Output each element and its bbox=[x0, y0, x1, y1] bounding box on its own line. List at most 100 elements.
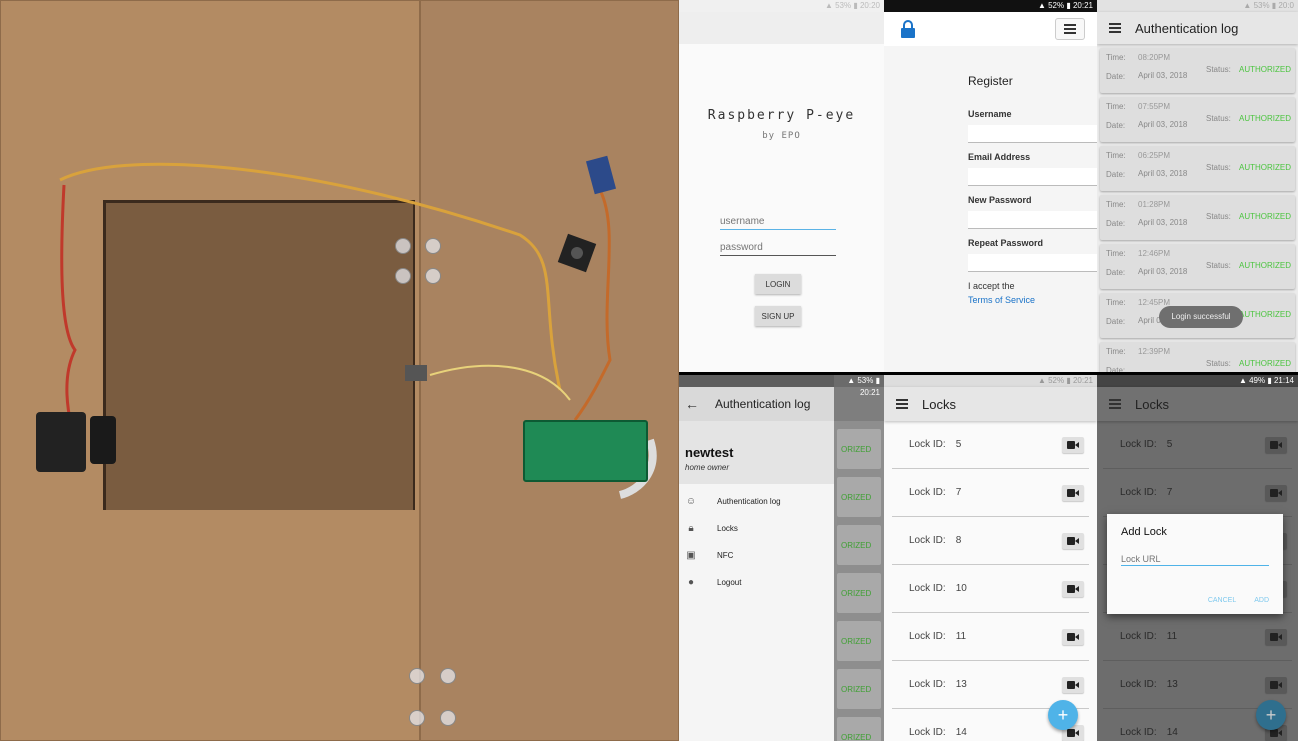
foot-bump bbox=[440, 668, 456, 684]
lock-row[interactable]: Lock ID: 8 bbox=[892, 517, 1089, 565]
drawer-item-label: NFC bbox=[717, 551, 734, 560]
time-label: Time: bbox=[1106, 200, 1126, 209]
lock-id-value: 14 bbox=[1166, 727, 1178, 738]
video-camera-icon[interactable] bbox=[1265, 676, 1287, 693]
lock-id: Lock ID: 14 bbox=[899, 727, 967, 738]
video-camera-icon[interactable] bbox=[1062, 580, 1084, 597]
add-lock-fab[interactable]: + bbox=[1256, 700, 1286, 730]
status-value: AUTHORIZED bbox=[1239, 359, 1291, 368]
app-bar: Authentication log bbox=[1097, 12, 1298, 44]
lock-id: Lock ID: 11 bbox=[899, 631, 966, 642]
lock-id-label: Lock ID: bbox=[1120, 679, 1157, 690]
video-camera-icon[interactable] bbox=[1062, 628, 1084, 645]
lock-id-value: 11 bbox=[1166, 631, 1178, 642]
screen-title: Locks bbox=[922, 396, 956, 412]
login-button[interactable]: LOGIN bbox=[755, 274, 801, 294]
date-label: Date: bbox=[1106, 219, 1126, 228]
lock-row[interactable]: Lock ID: 7 bbox=[1103, 469, 1292, 517]
signup-button[interactable]: SIGN UP bbox=[755, 306, 801, 326]
menu-icon[interactable] bbox=[1109, 399, 1121, 409]
video-camera-icon[interactable] bbox=[1265, 484, 1287, 501]
date-label: Date: bbox=[1106, 366, 1126, 372]
lock-row[interactable]: Lock ID: 7 bbox=[892, 469, 1089, 517]
time-label: Time: bbox=[1106, 102, 1126, 111]
lock-id-value: 7 bbox=[955, 487, 962, 498]
lock-url-input[interactable] bbox=[1121, 552, 1269, 566]
drawer-item-logout[interactable]: ● Logout bbox=[679, 569, 834, 596]
lock-id: Lock ID: 10 bbox=[899, 583, 967, 594]
video-camera-icon[interactable] bbox=[1265, 628, 1287, 645]
menu-toggle-button[interactable] bbox=[1055, 18, 1085, 40]
foot-bump bbox=[425, 238, 441, 254]
time-value: 08:20PM bbox=[1138, 53, 1171, 62]
status-value: AUTHORIZED bbox=[1239, 114, 1291, 123]
menu-icon[interactable] bbox=[896, 399, 908, 409]
drawer-item-nfc[interactable]: ▣ NFC bbox=[679, 542, 834, 569]
add-button[interactable]: ADD bbox=[1254, 597, 1269, 604]
drawer-item-authentication-log[interactable]: ☺ Authentication log bbox=[679, 488, 834, 515]
auth-log-entry[interactable]: Time: 08:20PM Date: April 03, 2018 Status: AU… bbox=[1100, 48, 1295, 93]
user-name: newtest bbox=[685, 445, 734, 460]
lock-id: Lock ID: 7 bbox=[1110, 487, 1172, 498]
terms-link[interactable]: Terms of Service bbox=[968, 295, 1035, 305]
lock-id-label: Lock ID: bbox=[1120, 727, 1157, 738]
foot-bump bbox=[425, 268, 441, 284]
top-bar bbox=[679, 12, 884, 44]
foot-bump bbox=[409, 710, 425, 726]
lock-row[interactable]: Lock ID: 11 bbox=[892, 613, 1089, 661]
lock-id-label: Lock ID: bbox=[1120, 631, 1157, 642]
drawer-item-label: Logout bbox=[717, 578, 742, 587]
drawer-title: Authentication log bbox=[715, 397, 811, 411]
dimmed-content: ▲ 53% ▮ 20:21 ORIZED ORIZED ORIZED ORIZED OR… bbox=[834, 375, 884, 741]
app-title: Raspberry P-eye bbox=[707, 108, 856, 123]
lock-row[interactable]: Lock ID: 5 bbox=[1103, 421, 1292, 469]
drawer-item-locks[interactable]: 🔒︎ Locks bbox=[679, 515, 834, 542]
password-input[interactable] bbox=[720, 240, 836, 256]
login-screen: ▲ 53% ▮ 20:20 Raspberry P-eye by EPO LOG… bbox=[679, 0, 884, 372]
time-label: Time: bbox=[1106, 53, 1126, 62]
date-value: April 03, 2018 bbox=[1138, 267, 1188, 276]
video-camera-icon[interactable] bbox=[1265, 436, 1287, 453]
status-label: Status: bbox=[1206, 212, 1231, 221]
lock-row[interactable]: Lock ID: 10 bbox=[892, 565, 1089, 613]
dimmed-status: ORIZED bbox=[837, 717, 881, 741]
status-bar: ▲ 53% ▮ 20:21 bbox=[834, 375, 884, 397]
foot-bump bbox=[395, 268, 411, 284]
lock-id-label: Lock ID: bbox=[1120, 439, 1157, 450]
auth-log-entry[interactable]: Time: 12:39PM Date: Status: AUTHORIZED bbox=[1100, 342, 1295, 372]
video-camera-icon[interactable] bbox=[1062, 436, 1084, 453]
email-label: Email Address bbox=[968, 152, 1031, 162]
auth-log-entry[interactable]: Time: 06:25PM Date: April 03, 2018 Status: AU… bbox=[1100, 146, 1295, 191]
lock-id-value: 11 bbox=[955, 631, 967, 642]
email-field[interactable] bbox=[968, 168, 1097, 186]
status-bar: ▲ 52% ▮ 20:21 bbox=[884, 0, 1097, 12]
dimmed-status: ORIZED bbox=[837, 573, 881, 613]
username-field[interactable] bbox=[968, 125, 1097, 143]
face-icon: ☺ bbox=[685, 496, 697, 507]
status-value: AUTHORIZED bbox=[1239, 163, 1291, 172]
video-camera-icon[interactable] bbox=[1062, 532, 1084, 549]
drawer-item-label: Locks bbox=[717, 524, 738, 533]
add-lock-fab[interactable]: + bbox=[1048, 700, 1078, 730]
auth-log-entry[interactable]: Time: 07:55PM Date: April 03, 2018 Status: AU… bbox=[1100, 97, 1295, 142]
raspberry-pi-board bbox=[523, 420, 648, 482]
lock-row[interactable]: Lock ID: 11 bbox=[1103, 613, 1292, 661]
time-value: 12:39PM bbox=[1138, 347, 1171, 356]
lock-row[interactable]: Lock ID: 5 bbox=[892, 421, 1089, 469]
video-camera-icon[interactable] bbox=[1062, 676, 1084, 693]
nav-drawer-screen: ▲ 53% ▮ 20:21 ORIZED ORIZED ORIZED ORIZED OR… bbox=[679, 375, 884, 741]
auth-log-entry[interactable]: Time: 12:46PM Date: April 03, 2018 Status: AU… bbox=[1100, 244, 1295, 289]
lock-id-value: 8 bbox=[955, 535, 962, 546]
username-input[interactable] bbox=[720, 214, 836, 230]
back-arrow-icon[interactable]: ← bbox=[685, 396, 699, 412]
video-camera-icon[interactable] bbox=[1062, 484, 1084, 501]
foot-bump bbox=[440, 710, 456, 726]
new-password-field[interactable] bbox=[968, 211, 1097, 229]
lock-id-value: 14 bbox=[955, 727, 967, 738]
drawer-menu: ☺ Authentication log 🔒︎ Locks ▣ NFC ● Logout bbox=[679, 488, 834, 596]
menu-icon[interactable] bbox=[1109, 23, 1121, 33]
auth-log-entry[interactable]: Time: 01:28PM Date: April 03, 2018 Status: AU… bbox=[1100, 195, 1295, 240]
cancel-button[interactable]: CANCEL bbox=[1208, 597, 1236, 604]
repeat-password-field[interactable] bbox=[968, 254, 1097, 272]
user-role: home owner bbox=[685, 463, 730, 472]
